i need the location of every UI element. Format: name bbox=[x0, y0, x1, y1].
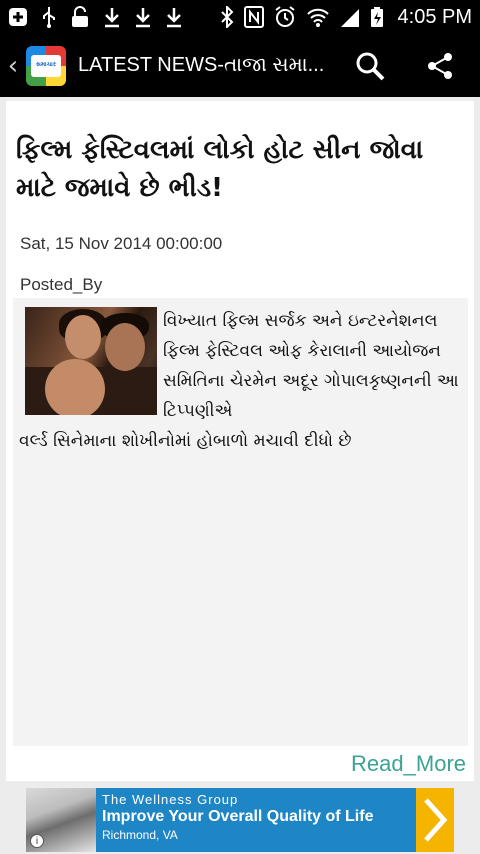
status-bar: 4:05 PM bbox=[0, 0, 480, 34]
usb-icon bbox=[43, 7, 55, 28]
posted-by: Posted_By bbox=[20, 275, 103, 294]
article-body: વિખ્યાત ફિલ્મ સર્જક અને ઇન્ટરનેશનલ ફિલ્મ… bbox=[13, 298, 468, 746]
app-title: LATEST NEWS-તાજા સમા... bbox=[78, 54, 325, 76]
search-icon bbox=[356, 52, 385, 81]
article-text-first: વિખ્યાત ફિલ્મ સર્જક અને ઇન્ટરનેશનલ ફિલ્મ… bbox=[163, 311, 459, 421]
article-text-rest: વર્લ્ડ સિનેમાના શોખીનોમાં હોબાળો મચાવી દ… bbox=[19, 431, 352, 451]
notification-icons bbox=[8, 6, 183, 28]
back-icon[interactable]: ‹ bbox=[2, 51, 24, 81]
ad-arrow-icon[interactable] bbox=[416, 788, 454, 852]
article-headline: ફિલ્મ ફેસ્ટિવલમાં લોકો હોટ સીન જોવા માટે… bbox=[16, 135, 424, 203]
download-icon bbox=[136, 8, 150, 28]
ad-headline: Improve Your Overall Quality of Life bbox=[102, 808, 374, 825]
battery-icon bbox=[370, 7, 383, 27]
ad-brand: The Wellness Group bbox=[102, 792, 239, 807]
lock-icon bbox=[72, 6, 88, 27]
share-icon bbox=[428, 53, 452, 79]
nfc-icon bbox=[243, 6, 264, 28]
share-button[interactable] bbox=[418, 44, 462, 88]
signal-icon bbox=[340, 9, 359, 27]
ad-banner[interactable]: i The Wellness Group Improve Your Overal… bbox=[26, 788, 454, 852]
read-more-link[interactable]: Read_More bbox=[351, 751, 466, 777]
ad-location: Richmond, VA bbox=[102, 828, 178, 842]
search-button[interactable] bbox=[348, 44, 392, 88]
wifi-icon bbox=[306, 8, 329, 27]
article-text: વિખ્યાત ફિલ્મ સર્જક અને ઇન્ટરનેશનલ ફિલ્મ… bbox=[19, 306, 463, 456]
clock: 4:05 PM bbox=[397, 5, 472, 28]
ad-info-icon[interactable]: i bbox=[30, 834, 44, 848]
app-logo-text: સમાચાર bbox=[31, 54, 61, 77]
article-image[interactable] bbox=[25, 307, 157, 415]
article-date: Sat, 15 Nov 2014 00:00:00 bbox=[20, 234, 223, 253]
app-logo[interactable]: સમાચાર bbox=[26, 45, 66, 86]
ad-text-panel: The Wellness Group Improve Your Overall … bbox=[96, 788, 416, 852]
download-icon bbox=[105, 8, 119, 28]
system-icons: 4:05 PM bbox=[220, 6, 472, 29]
add-icon bbox=[9, 8, 27, 26]
alarm-icon bbox=[274, 6, 295, 27]
bluetooth-icon bbox=[220, 6, 233, 28]
download-icon bbox=[167, 8, 181, 28]
app-bar: ‹ સમાચાર LATEST NEWS-તાજા સમા... bbox=[0, 34, 480, 97]
article-card: ફિલ્મ ફેસ્ટિવલમાં લોકો હોટ સીન જોવા માટે… bbox=[6, 101, 474, 781]
